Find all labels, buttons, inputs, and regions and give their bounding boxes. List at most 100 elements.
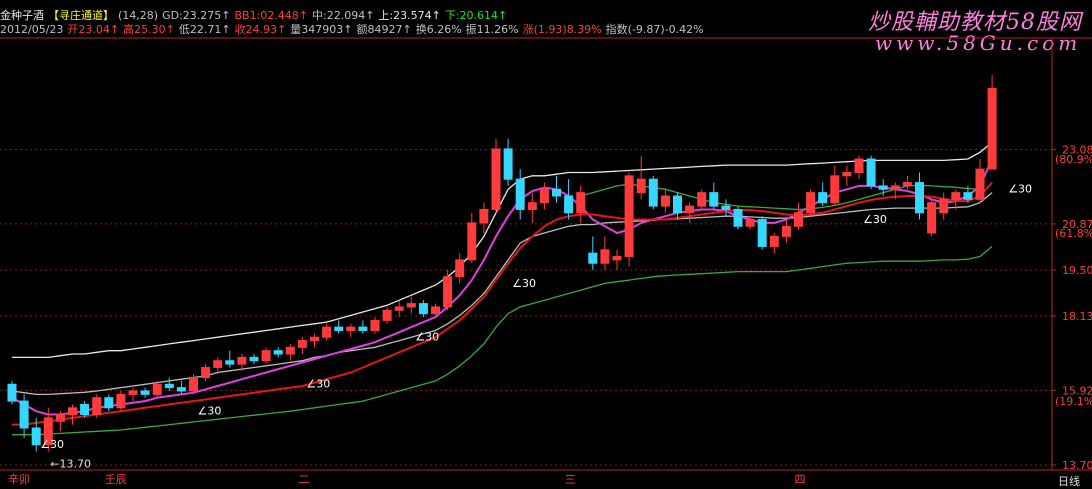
candle-body <box>346 326 356 331</box>
candle-body <box>322 326 332 338</box>
candle-body <box>697 192 707 207</box>
candle-body <box>830 175 840 204</box>
x-tick-label: 辛卯 <box>8 472 30 486</box>
candle-body <box>7 383 17 402</box>
candle-body <box>975 168 985 200</box>
candle-body <box>467 222 477 261</box>
candle-body <box>673 195 682 214</box>
candle-body <box>721 205 731 210</box>
series-line-中 <box>11 192 993 396</box>
candle-body <box>334 326 344 331</box>
candle-body <box>201 366 211 379</box>
candle-body <box>539 188 549 204</box>
x-tick-label: 二 <box>298 473 309 486</box>
candle-body <box>225 360 235 365</box>
candle-body <box>140 390 150 395</box>
candle-body <box>648 178 658 207</box>
candle-body <box>237 356 247 365</box>
candle-body <box>636 178 646 194</box>
candle-body <box>987 87 997 170</box>
candle-body <box>418 303 428 315</box>
angle-label: ∠30 <box>415 331 439 344</box>
candle-body <box>576 192 586 214</box>
candle-body <box>588 252 598 264</box>
candle-body <box>527 202 537 210</box>
candle-body <box>685 205 695 214</box>
angle-label: ∠30 <box>863 213 887 226</box>
candle-body <box>552 188 561 197</box>
candle-body <box>491 148 501 210</box>
candle-body <box>503 148 513 180</box>
candle-body <box>515 178 525 210</box>
candle-body <box>842 171 852 177</box>
candle-body <box>104 397 114 409</box>
candle-body <box>890 185 900 190</box>
candle-body <box>443 276 453 308</box>
candlestick-chart: 13.7015.9218.1319.5020.8723.08(19.1%)(61… <box>0 37 1092 486</box>
candle-body <box>382 309 392 321</box>
candle-body <box>624 175 634 258</box>
angle-label: ∠30 <box>40 438 64 451</box>
candle-body <box>164 383 174 389</box>
candle-body <box>358 326 368 331</box>
y-tick-label: 18.13 <box>1062 310 1092 323</box>
candle-body <box>455 259 465 278</box>
candle-body <box>769 235 779 247</box>
candle-body <box>927 202 937 234</box>
candle-body <box>709 192 719 207</box>
low-marker: ←13.70 <box>50 457 91 470</box>
angle-label: ∠30 <box>198 405 222 418</box>
angle-label: ∠30 <box>1008 183 1032 196</box>
candle-body <box>213 360 223 368</box>
candle-body <box>612 256 622 261</box>
candle-body <box>806 192 816 214</box>
candle-body <box>866 158 876 187</box>
candle-body <box>176 387 186 392</box>
candle-body <box>152 383 162 395</box>
candle-body <box>128 390 138 395</box>
y-tick-label: 13.70 <box>1062 459 1092 472</box>
candle-body <box>951 192 961 200</box>
candle-body <box>68 407 77 416</box>
y-pct-label: (61.8%) <box>1055 227 1092 240</box>
candle-body <box>963 192 973 200</box>
x-tick-label: 壬辰 <box>105 473 127 486</box>
candle-body <box>939 198 949 214</box>
x-tick-label: 四 <box>795 473 806 486</box>
y-pct-label: (19.1%) <box>1055 395 1092 408</box>
period-label[interactable]: 日线 <box>1058 473 1080 489</box>
candle-body <box>878 185 888 190</box>
candle-body <box>249 356 259 362</box>
candle-body <box>733 208 743 227</box>
candle-body <box>273 350 283 355</box>
candle-body <box>297 340 307 348</box>
candle-body <box>189 377 198 392</box>
candle-body <box>854 158 864 173</box>
candle-body <box>794 212 803 227</box>
candle-body <box>431 306 440 315</box>
candle-body <box>600 249 610 264</box>
angle-label: ∠30 <box>512 277 536 290</box>
candle-body <box>915 182 924 214</box>
candle-body <box>92 397 102 416</box>
candle-body <box>285 346 295 355</box>
candle-body <box>310 336 319 342</box>
angle-label: ∠30 <box>306 378 330 391</box>
candle-body <box>31 427 41 446</box>
y-tick-label: 19.50 <box>1062 264 1092 277</box>
candle-body <box>564 195 574 214</box>
candle-body <box>370 319 380 331</box>
candle-body <box>745 219 755 227</box>
candle-body <box>55 414 65 422</box>
candle-body <box>757 219 767 247</box>
candle-body <box>116 393 126 409</box>
x-tick-label: 三 <box>565 473 576 486</box>
series-line-GD <box>11 158 994 416</box>
candle-body <box>406 303 416 308</box>
candle-body <box>80 403 90 416</box>
candle-body <box>394 306 404 311</box>
y-pct-label: (80.9%) <box>1055 153 1092 166</box>
candle-body <box>902 182 912 187</box>
candle-body <box>818 192 828 204</box>
candle-body <box>261 350 271 362</box>
